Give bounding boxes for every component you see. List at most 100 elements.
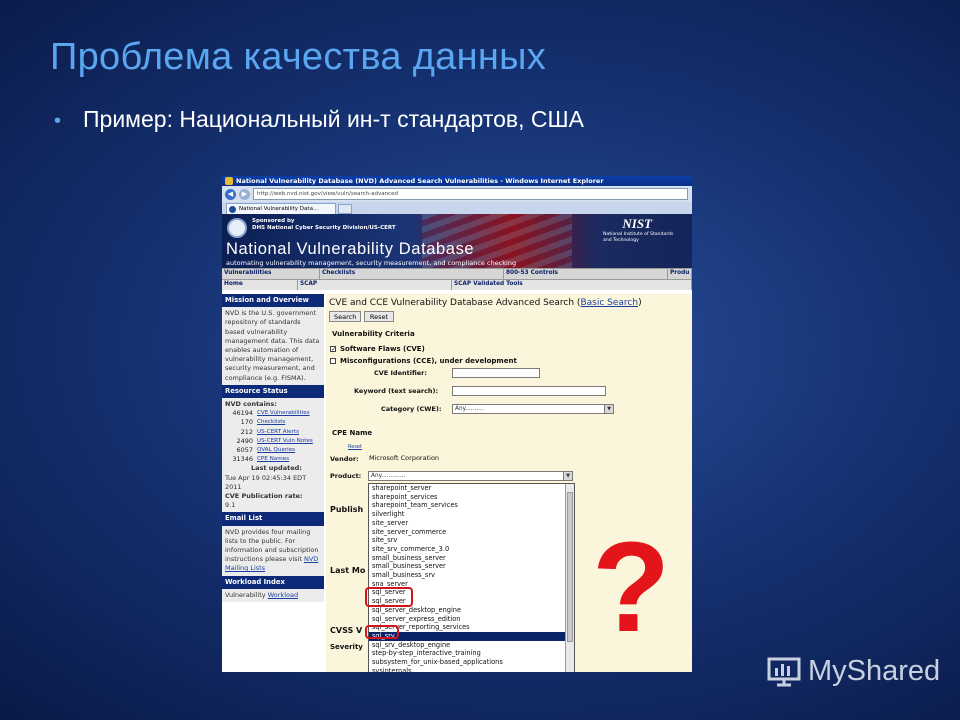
dropdown-option[interactable]: sql_srv_desktop_engine (369, 641, 574, 650)
search-title-end: ) (638, 298, 642, 308)
dropdown-option[interactable]: sharepoint_services (369, 493, 574, 502)
stat-row: 46194 CVE Vulnerabilities (225, 409, 321, 418)
email-body: NVD provides four mailing lists to the p… (222, 525, 324, 576)
sidebar: Mission and Overview NVD is the U.S. gov… (222, 294, 324, 672)
product-dropdown-list[interactable]: sharepoint_server sharepoint_services shar… (368, 483, 575, 672)
last-modified-label: Last Mo (330, 566, 366, 575)
bullet-text: Пример: Национальный ин-т стандартов, СШ… (83, 106, 584, 132)
ie-logo-icon (225, 177, 233, 185)
nav-products[interactable]: Produ (668, 269, 692, 279)
dropdown-scrollbar[interactable] (565, 484, 574, 672)
dropdown-option[interactable]: silverlight (369, 510, 574, 519)
bullet-dot-icon: • (54, 110, 62, 132)
dropdown-option[interactable]: sql_srv (369, 631, 574, 641)
stat-row: 31346 CPE Names (225, 455, 321, 464)
window-title: National Vulnerability Database (NVD) Ad… (236, 177, 604, 185)
software-flaws-checkbox[interactable]: ✓ (330, 346, 336, 353)
nist-logo[interactable]: NIST (622, 216, 652, 232)
stat-count: 2490 (236, 436, 253, 445)
category-select[interactable]: Any.......... ▼ (452, 404, 614, 414)
dropdown-option[interactable]: sql_server_desktop_engine (369, 606, 574, 615)
nav-checklists[interactable]: Checklists (320, 269, 504, 279)
product-value: Any............. (371, 473, 406, 479)
keyword-label: Keyword (text search): (354, 387, 439, 395)
forward-icon[interactable]: ▶ (239, 188, 250, 200)
highlight-sql-srv (365, 625, 399, 639)
stat-link[interactable]: OVAL Queries (257, 446, 295, 455)
severity-label: Severity (330, 643, 363, 651)
email-header: Email List (222, 512, 324, 526)
top-nav: Vulnerabilities Checklists 800-53 Contro… (222, 268, 692, 279)
misconfig-label: Misconfigurations (CCE), under developme… (340, 357, 517, 365)
watermark: MyShared (766, 654, 940, 688)
dropdown-option[interactable]: site_server (369, 519, 574, 528)
stat-link[interactable]: CPE Names (257, 455, 289, 464)
published-label: Publish (330, 505, 364, 514)
basic-search-link[interactable]: Basic Search (580, 298, 638, 308)
dropdown-option[interactable]: sql_server_express_edition (369, 615, 574, 624)
browser-tab[interactable]: National Vulnerability Data... (226, 203, 336, 214)
product-select[interactable]: Any............. ▼ (368, 471, 573, 481)
nav-800-53-controls[interactable]: 800-53 Controls (504, 269, 668, 279)
nvd-tagline: automating vulnerability management, sec… (226, 259, 517, 267)
nav-scap-validated-tools[interactable]: SCAP Validated Tools (452, 280, 692, 290)
resource-header: Resource Status (222, 384, 324, 399)
workload-header: Workload Index (222, 575, 324, 589)
scrollbar-thumb[interactable] (567, 492, 573, 642)
nav-home[interactable]: Home (222, 280, 298, 290)
dhs-seal-icon (227, 218, 247, 238)
dropdown-option[interactable]: site_server_commerce (369, 528, 574, 537)
dropdown-option[interactable]: small_business_srv (369, 571, 574, 580)
stat-link[interactable]: CVE Vulnerabilities (257, 409, 310, 418)
sponsor-line1: Sponsored by (252, 218, 295, 224)
nav-scap[interactable]: SCAP (298, 280, 452, 290)
slide-title: Проблема качества данных (50, 36, 547, 78)
stat-count: 6057 (236, 446, 253, 455)
stat-link[interactable]: Checklists (257, 418, 285, 427)
vendor-value: Microsoft Corporation (369, 454, 440, 462)
dropdown-option[interactable]: site_srv (369, 536, 574, 545)
last-updated-label: Last updated: (251, 464, 302, 473)
cve-id-input[interactable] (452, 368, 540, 378)
bullet-item: • Пример: Национальный ин-т стандартов, С… (54, 106, 584, 133)
workload-link[interactable]: Workload (268, 591, 298, 599)
new-tab-button[interactable] (338, 204, 352, 214)
contains-label: NVD contains: (225, 400, 277, 409)
dropdown-option[interactable]: small_business_server (369, 562, 574, 571)
watermark-text: MyShared (808, 654, 941, 687)
stat-link[interactable]: US-CERT Vuln Notes (257, 437, 313, 446)
secondary-nav: Home SCAP SCAP Validated Tools (222, 279, 692, 290)
dropdown-option[interactable]: sql_server_reporting_services (369, 623, 574, 632)
site-favicon-icon (229, 206, 236, 213)
pub-rate-value: 9.1 (225, 501, 236, 510)
back-icon[interactable]: ◀ (225, 188, 236, 200)
misconfig-checkbox[interactable] (330, 358, 336, 364)
last-updated-value: Tue Apr 19 02:45:34 EDT 2011 (225, 473, 307, 491)
search-title: CVE and CCE Vulnerability Database Advan… (329, 298, 642, 308)
reset-button[interactable]: Reset (364, 311, 394, 322)
category-value: Any.......... (455, 406, 484, 412)
mission-text: NVD is the U.S. government repository of… (222, 307, 324, 385)
cve-id-label: CVE Identifier: (374, 369, 427, 377)
url-field[interactable]: http://web.nvd.nist.gov/view/vuln/search… (253, 188, 688, 200)
workload-text: Vulnerability (225, 590, 266, 599)
dropdown-option[interactable]: step-by-step_interactive_training (369, 649, 574, 658)
dropdown-options: sharepoint_server sharepoint_services shar… (369, 484, 574, 672)
stat-link[interactable]: US-CERT Alerts (257, 428, 299, 437)
dropdown-option[interactable]: sharepoint_server (369, 484, 574, 493)
vendor-reset-link[interactable]: Reset (348, 444, 362, 450)
address-bar: ◀ ▶ http://web.nvd.nist.gov/view/vuln/se… (222, 186, 692, 202)
dropdown-option[interactable]: sharepoint_team_services (369, 501, 574, 510)
resource-body: NVD contains: 46194 CVE Vulnerabilities 1… (222, 398, 324, 513)
nav-vulnerabilities[interactable]: Vulnerabilities (222, 269, 320, 279)
dropdown-option[interactable]: site_srv_commerce_3.0 (369, 545, 574, 554)
dropdown-option[interactable]: subsystem_for_unix-based_applications (369, 658, 574, 667)
dropdown-option[interactable]: small_business_server (369, 554, 574, 563)
keyword-input[interactable] (452, 386, 606, 396)
search-button[interactable]: Search (329, 311, 361, 322)
browser-titlebar: National Vulnerability Database (NVD) Ad… (222, 176, 692, 186)
stat-count: 170 (240, 418, 253, 427)
sponsor-line2: DHS National Cyber Security Division/US-… (252, 225, 396, 231)
dropdown-option[interactable]: sysinternals (369, 667, 574, 672)
nist-subtitle: National Institute of Standards and Tech… (603, 232, 674, 243)
